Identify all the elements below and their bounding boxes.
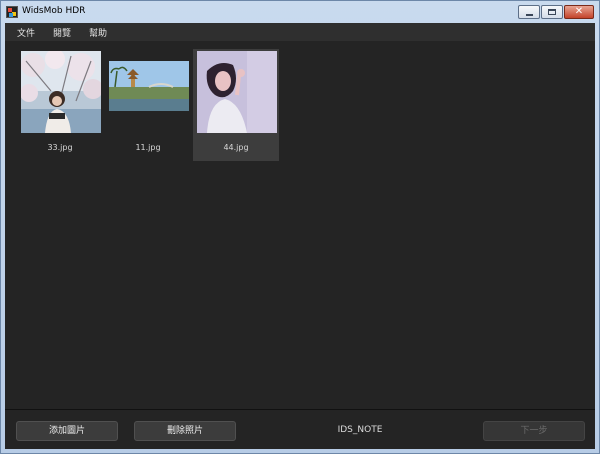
action-bar: 添加圖片 刪除照片 IDS_NOTE 下一步 [5,409,595,449]
thumbnail-filename: 44.jpg [223,143,249,152]
window-controls: ✕ [518,5,594,19]
photo-thumbnail [109,51,189,133]
menu-view[interactable]: 閱覽 [53,26,71,39]
close-button[interactable]: ✕ [564,5,594,19]
menu-help[interactable]: 幫助 [89,26,107,39]
photo-thumbnail [21,51,101,133]
menu-bar: 文件 閱覽 幫助 [5,23,595,41]
app-window: WidsMob HDR ✕ 文件 閱覽 幫助 33.jpg 11.jpg 44.… [0,0,600,454]
title-bar[interactable]: WidsMob HDR ✕ [1,1,599,23]
minimize-icon [525,13,533,16]
menu-file[interactable]: 文件 [17,26,35,39]
close-icon: ✕ [574,6,584,17]
app-icon [6,6,18,18]
minimize-button[interactable] [518,5,540,19]
delete-photos-button[interactable]: 刪除照片 [134,421,236,441]
maximize-icon [548,9,556,15]
thumbnail-item[interactable]: 11.jpg [105,41,191,153]
thumbnail-filename: 33.jpg [47,143,73,152]
note-text: IDS_NOTE [337,425,383,435]
maximize-button[interactable] [541,5,563,19]
thumbnail-item[interactable]: 33.jpg [17,41,103,153]
add-images-button[interactable]: 添加圖片 [16,421,118,441]
next-step-button[interactable]: 下一步 [483,421,585,441]
photo-thumbnail [197,51,277,133]
photo-gallery: 33.jpg 11.jpg 44.jpg 添加圖片 刪除照片 IDS_NOTE … [5,41,595,449]
window-title: WidsMob HDR [22,6,86,16]
thumbnail-filename: 11.jpg [135,143,161,152]
thumbnail-item-selected[interactable]: 44.jpg [193,49,279,161]
